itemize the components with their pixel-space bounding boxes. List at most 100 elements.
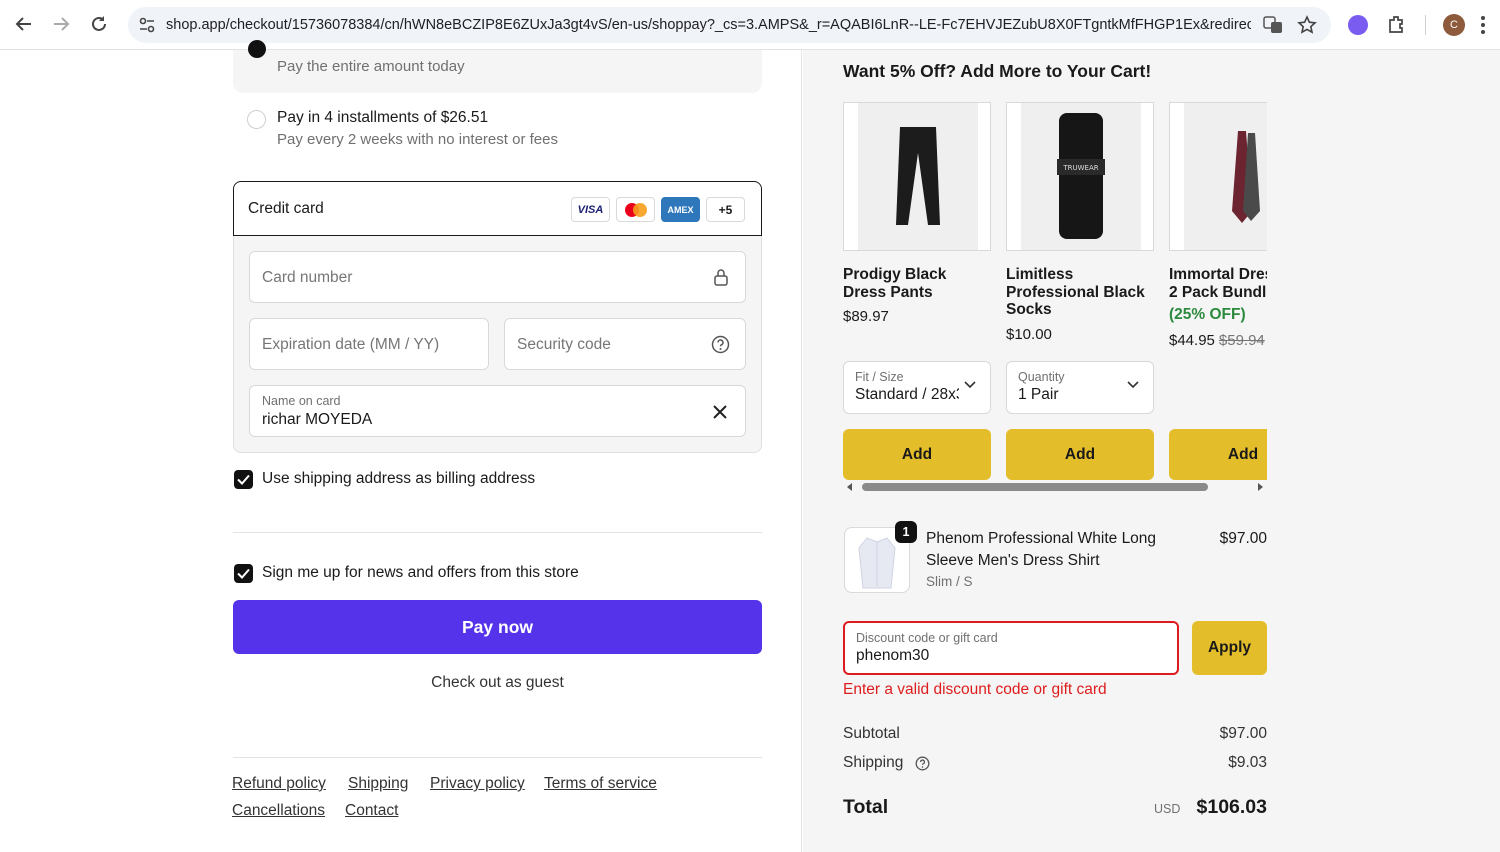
terms-of-service-link[interactable]: Terms of service <box>544 775 657 793</box>
shipping-link[interactable]: Shipping <box>348 775 408 793</box>
select-value: 1 Pair <box>1018 386 1059 403</box>
line-item-name: Phenom Professional White Long Sleeve Me… <box>926 530 1157 569</box>
reload-button[interactable] <box>84 9 114 39</box>
translate-icon[interactable] <box>1263 15 1283 35</box>
back-button[interactable] <box>9 9 39 39</box>
refund-policy-link[interactable]: Refund policy <box>232 775 326 793</box>
lock-icon <box>714 269 728 286</box>
divider <box>233 532 762 533</box>
subtotal-row: Subtotal $97.00 <box>843 725 1267 743</box>
billing-checkbox[interactable] <box>234 470 253 489</box>
clear-icon[interactable] <box>712 404 728 420</box>
select-value: Standard / 28x30 <box>855 386 959 403</box>
product-name[interactable]: Immortal Dress Tie 2 Pack Bundle <box>1169 266 1267 301</box>
security-code-placeholder: Security code <box>517 336 611 353</box>
bookmark-star-icon[interactable] <box>1297 15 1317 35</box>
line-item-variant: Slim / S <box>926 574 973 589</box>
line-item-price: $97.00 <box>1219 530 1267 547</box>
product-image[interactable]: TRUWEAR <box>1006 102 1154 251</box>
discount-code-input[interactable]: Discount code or gift card phenom30 <box>843 621 1179 675</box>
amex-icon: AMEX <box>661 197 700 222</box>
name-on-card-value: richar MOYEDA <box>262 411 373 428</box>
forward-button[interactable] <box>46 9 76 39</box>
toolbar-divider <box>1425 15 1426 35</box>
discount-label: Discount code or gift card <box>856 631 998 645</box>
site-settings-icon[interactable] <box>138 16 156 34</box>
radio-selected[interactable] <box>248 40 266 58</box>
name-on-card-field[interactable]: Name on card richar MOYEDA <box>249 385 746 437</box>
upsell-title: Want 5% Off? Add More to Your Cart! <box>843 61 1152 81</box>
scroll-right-icon[interactable] <box>1257 483 1263 491</box>
mastercard-icon <box>616 197 655 222</box>
name-on-card-label: Name on card <box>262 394 341 408</box>
extensions-puzzle-icon[interactable] <box>1386 13 1408 35</box>
checkmark-icon <box>237 568 250 579</box>
ties-image <box>1232 131 1260 223</box>
product-price: $10.00 <box>1006 326 1052 343</box>
url-text: shop.app/checkout/15736078384/cn/hWN8eBC… <box>166 17 1251 33</box>
select-label: Fit / Size <box>855 370 904 384</box>
subtotal-amount: $97.00 <box>1219 725 1267 742</box>
expiry-placeholder: Expiration date (MM / YY) <box>262 336 440 353</box>
address-bar[interactable]: shop.app/checkout/15736078384/cn/hWN8eBC… <box>128 7 1331 43</box>
product-name[interactable]: Limitless Professional Black Socks <box>1006 266 1154 319</box>
extension-icon[interactable] <box>1348 15 1368 35</box>
sale-price: $44.95 <box>1169 332 1215 349</box>
socks-image: TRUWEAR <box>1057 113 1105 239</box>
pants-image <box>896 127 940 225</box>
product-image[interactable] <box>1169 102 1267 251</box>
installments-sub: Pay every 2 weeks with no interest or fe… <box>277 131 558 148</box>
security-code-field[interactable]: Security code <box>504 318 746 370</box>
total-label: Total <box>843 796 889 818</box>
profile-avatar[interactable]: C <box>1443 14 1465 36</box>
newsletter-checkbox[interactable] <box>234 564 253 583</box>
quantity-select[interactable]: Quantity 1 Pair <box>1006 361 1154 414</box>
footer-divider <box>233 757 762 758</box>
product-name[interactable]: Prodigy Black Dress Pants <box>843 266 991 301</box>
forward-arrow-icon <box>54 17 70 31</box>
billing-checkbox-label[interactable]: Use shipping address as billing address <box>262 470 535 488</box>
browser-menu-icon[interactable] <box>1480 15 1486 35</box>
reload-icon <box>92 16 106 31</box>
cancellations-link[interactable]: Cancellations <box>232 802 325 820</box>
visa-icon: VISA <box>571 197 610 222</box>
scrollbar-thumb[interactable] <box>862 483 1208 491</box>
help-circle-icon[interactable] <box>711 335 730 354</box>
pay-now-button[interactable]: Pay now <box>233 600 762 654</box>
apply-button[interactable]: Apply <box>1192 621 1267 675</box>
checkmark-icon <box>237 474 250 485</box>
expiry-field[interactable]: Expiration date (MM / YY) <box>249 318 489 370</box>
credit-card-label: Credit card <box>248 200 324 217</box>
installments-radio[interactable] <box>247 110 266 129</box>
contact-link[interactable]: Contact <box>345 802 398 820</box>
total-currency: USD <box>1154 802 1181 816</box>
discount-error: Enter a valid discount code or gift card <box>843 681 1107 698</box>
card-number-placeholder: Card number <box>262 269 353 286</box>
order-summary: Want 5% Off? Add More to Your Cart! Prod… <box>803 50 1500 852</box>
carousel-scrollbar[interactable] <box>843 480 1267 494</box>
product-price: $44.95 $59.94 <box>1169 332 1265 349</box>
add-button[interactable]: Add <box>1169 429 1267 480</box>
total-amount: $106.03 <box>1196 796 1268 818</box>
checkout-as-guest-link[interactable]: Check out as guest <box>233 674 762 692</box>
privacy-policy-link[interactable]: Privacy policy <box>430 775 525 793</box>
svg-text:TRUWEAR: TRUWEAR <box>1062 164 1098 172</box>
select-label: Quantity <box>1018 370 1065 384</box>
product-image[interactable] <box>843 102 991 251</box>
add-button[interactable]: Add <box>1006 429 1154 480</box>
credit-card-header[interactable]: Credit card VISA AMEX +5 <box>233 181 762 236</box>
more-cards-badge: +5 <box>706 197 745 222</box>
browser-toolbar: shop.app/checkout/15736078384/cn/hWN8eBC… <box>0 0 1500 50</box>
installments-title[interactable]: Pay in 4 installments of $26.51 <box>277 109 488 127</box>
add-button[interactable]: Add <box>843 429 991 480</box>
card-number-field[interactable]: Card number <box>249 251 746 303</box>
upsell-carousel: Prodigy Black Dress Pants $89.97 Fit / S… <box>843 102 1267 498</box>
scroll-left-icon[interactable] <box>847 483 853 491</box>
fit-size-select[interactable]: Fit / Size Standard / 28x30 <box>843 361 991 414</box>
help-circle-icon[interactable] <box>915 756 930 771</box>
shipping-label: Shipping <box>843 754 904 771</box>
shipping-row: Shipping $9.03 <box>843 754 1267 772</box>
quantity-badge: 1 <box>895 521 917 543</box>
shipping-amount: $9.03 <box>1228 754 1267 771</box>
newsletter-checkbox-label[interactable]: Sign me up for news and offers from this… <box>262 564 579 582</box>
